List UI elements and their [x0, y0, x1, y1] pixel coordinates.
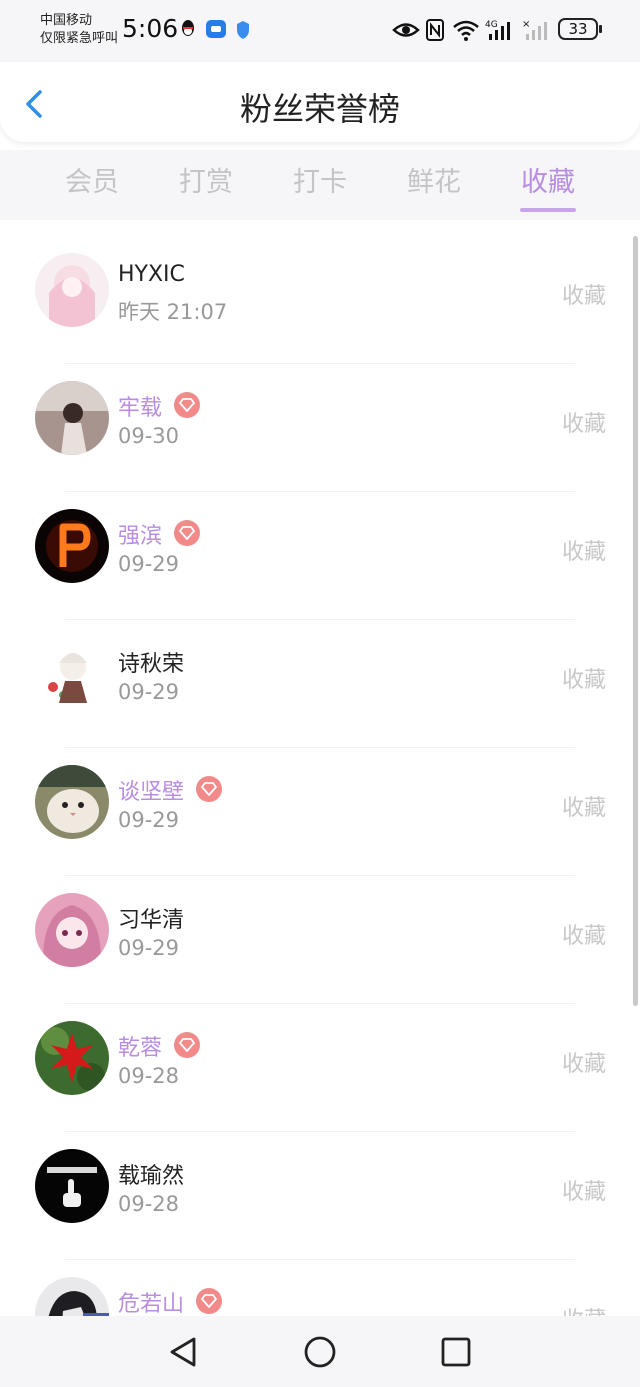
fan-name: 习华清 [118, 908, 185, 933]
shield-icon [237, 21, 249, 39]
fan-name: 诗秋荣 [118, 652, 185, 677]
favorite-label: 收藏 [561, 412, 606, 437]
list-item[interactable]: 习华清 09-29 收藏 [0, 876, 630, 1004]
fan-name: 谈坚壁 [118, 780, 185, 805]
triangle-back-icon[interactable] [166, 1334, 202, 1370]
favorite-label: 收藏 [561, 668, 606, 693]
fan-name: HYXIC [118, 262, 185, 287]
list-item[interactable]: 危若山 收藏 [0, 1260, 630, 1316]
avatar [35, 381, 109, 455]
fan-name: 载瑜然 [118, 1164, 185, 1189]
tab-favorites[interactable]: 收藏 [498, 160, 598, 199]
list-item[interactable]: 强滨 09-29 收藏 [0, 492, 630, 620]
tab-checkin[interactable]: 打卡 [270, 160, 370, 199]
favorite-label: 收藏 [561, 540, 606, 565]
fan-date: 09-29 [118, 936, 180, 960]
fan-name: 乾蓉 [118, 1036, 163, 1061]
square-recent-icon[interactable] [438, 1334, 474, 1370]
svg-text:×: × [522, 19, 530, 30]
fan-name: 强滨 [118, 524, 163, 549]
vip-badge [174, 392, 200, 418]
fan-date: 09-28 [118, 1064, 180, 1088]
fan-list[interactable]: HYXIC 昨天 21:07 收藏 牢载 09-30 收藏 强滨 09-29 收… [0, 236, 630, 1316]
signal-sim2-icon: × [522, 19, 547, 40]
list-item[interactable]: 牢载 09-30 收藏 [0, 364, 630, 492]
favorite-label: 收藏 [561, 924, 606, 949]
svg-text:4G: 4G [485, 20, 498, 30]
avatar [35, 1277, 109, 1316]
diamond-icon [179, 526, 195, 540]
avatar [35, 509, 109, 583]
favorite-label: 收藏 [561, 796, 606, 821]
signal-4g-icon: 4G [485, 20, 510, 40]
battery-indicator: 33 [558, 18, 602, 40]
status-time: 5:06 [122, 14, 179, 43]
header: 粉丝荣誉榜 [0, 62, 640, 142]
avatar [35, 1149, 109, 1223]
qq-icon [182, 20, 194, 36]
fan-name: 牢载 [118, 396, 163, 421]
vip-badge [174, 1032, 200, 1058]
vip-badge [196, 776, 222, 802]
active-tab-indicator [520, 208, 576, 212]
diamond-icon [201, 1294, 217, 1308]
vip-badge [174, 520, 200, 546]
eye-icon [392, 23, 420, 37]
circle-home-icon[interactable] [302, 1334, 338, 1370]
list-item[interactable]: 诗秋荣 09-29 收藏 [0, 620, 630, 748]
scrollbar[interactable] [633, 236, 638, 1006]
tab-flowers[interactable]: 鲜花 [384, 160, 484, 199]
page-title: 粉丝荣誉榜 [239, 90, 400, 128]
favorite-label: 收藏 [561, 1052, 606, 1077]
avatar [35, 765, 109, 839]
list-item[interactable]: HYXIC 昨天 21:07 收藏 [0, 236, 630, 364]
list-item[interactable]: 乾蓉 09-28 收藏 [0, 1004, 630, 1132]
avatar [35, 637, 109, 711]
avatar [35, 1021, 109, 1095]
carrier-status: 仅限紧急呼叫 [40, 31, 119, 46]
fan-date: 昨天 21:07 [118, 300, 228, 324]
nfc-icon [426, 19, 444, 41]
vip-badge [196, 1288, 222, 1314]
tab-bar: 会员 打赏 打卡 鲜花 收藏 [0, 150, 640, 220]
system-nav-bar [0, 1316, 640, 1387]
fan-date: 09-29 [118, 680, 180, 704]
tab-membership[interactable]: 会员 [42, 160, 142, 199]
tab-tipping[interactable]: 打赏 [156, 160, 256, 199]
fan-date: 09-29 [118, 808, 180, 832]
list-item[interactable]: 载瑜然 09-28 收藏 [0, 1132, 630, 1260]
fan-date: 09-29 [118, 552, 180, 576]
fan-date: 09-30 [118, 424, 180, 448]
diamond-icon [179, 398, 195, 412]
message-app-icon [206, 20, 226, 38]
list-item[interactable]: 谈坚壁 09-29 收藏 [0, 748, 630, 876]
favorite-label: 收藏 [562, 1302, 606, 1316]
carrier-name: 中国移动 [40, 13, 93, 28]
avatar [35, 893, 109, 967]
favorite-label: 收藏 [561, 1180, 606, 1205]
wifi-icon [453, 20, 479, 41]
fan-date: 09-28 [118, 1192, 180, 1216]
diamond-icon [201, 782, 217, 796]
fan-name: 危若山 [118, 1292, 185, 1316]
diamond-icon [179, 1038, 195, 1052]
carrier-info: 中国移动 仅限紧急呼叫 [40, 12, 118, 48]
status-bar: 中国移动 仅限紧急呼叫 5:06 4G × 33 [0, 0, 640, 62]
avatar [35, 253, 109, 327]
favorite-label: 收藏 [561, 284, 606, 309]
